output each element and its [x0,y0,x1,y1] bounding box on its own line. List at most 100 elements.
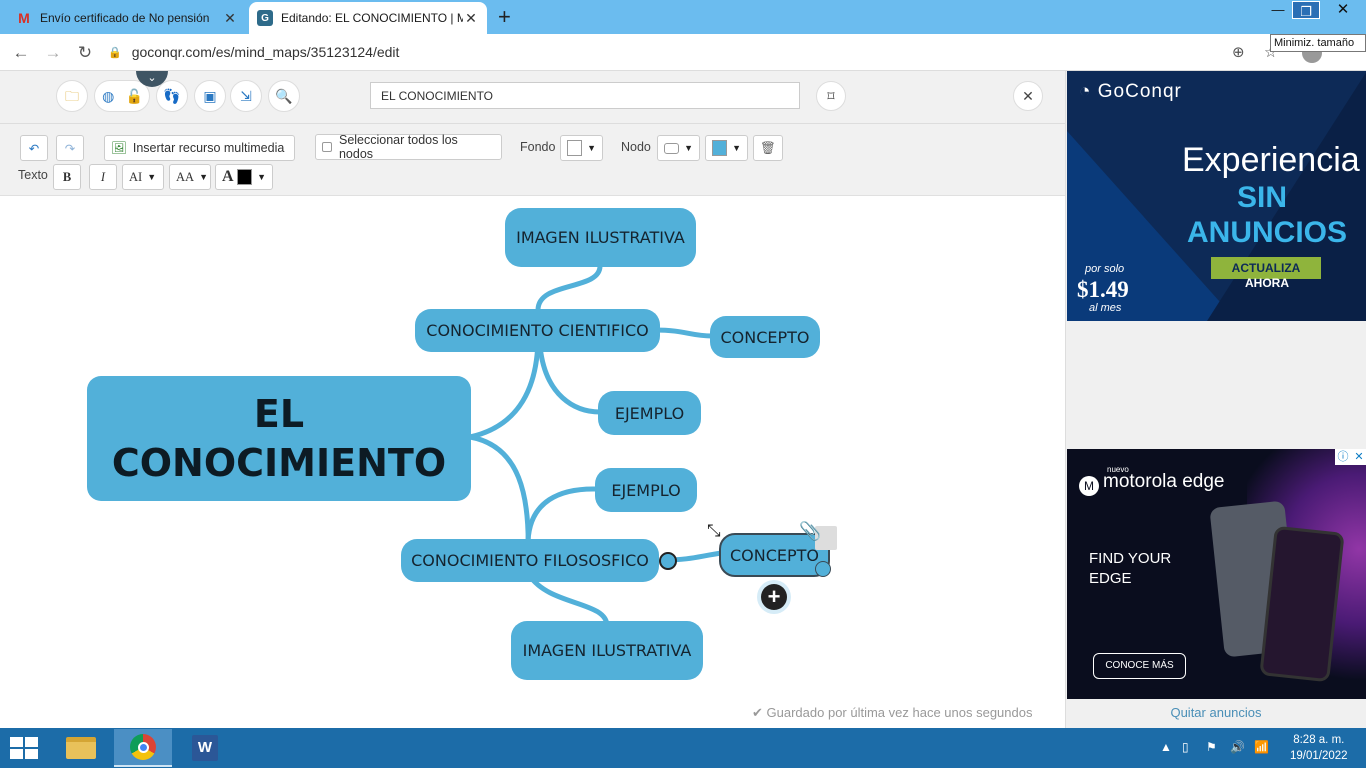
ad-price-prefix: por solo [1085,263,1125,275]
font-case-label: AA [176,169,195,184]
zoom-icon[interactable]: ⊕ [1232,43,1245,61]
chrome-icon[interactable] [114,729,172,767]
toolbar-group-steps: 👣 [156,80,188,112]
lock-open-icon[interactable]: 🔓 [126,87,143,105]
export-icon[interactable]: ⇲ [237,87,255,105]
address-bar: ← → ↻ 🔒 goconqr.com/es/mind_maps/3512312… [0,34,1366,71]
paperclip-icon[interactable]: 📎 [799,521,821,542]
tag-icon[interactable]: ⌑ [816,81,846,111]
close-icon[interactable]: ✕ [222,10,238,27]
search-icon[interactable]: 🔍 [275,87,293,105]
clock-date: 19/01/2022 [1290,750,1348,762]
text-label: Texto [18,168,48,182]
motorola-logo: Mmotorola edge [1079,471,1224,496]
slides-icon[interactable]: ▣ [201,87,219,105]
mind-map-node-filosofico[interactable]: CONOCIMIENTO FILOSOSFICO [401,539,659,582]
node-shape-picker[interactable]: ▼ [657,135,700,161]
italic-button[interactable]: I [89,164,117,190]
font-size-label: AI [129,169,143,184]
url-field[interactable]: 🔒 goconqr.com/es/mind_maps/35123124/edit [108,38,1258,66]
mind-map-node-cientifico[interactable]: CONOCIMIENTO CIENTIFICO [415,309,660,352]
mind-map-canvas[interactable]: EL CONOCIMIENTO CONOCIMIENTO CIENTIFICO … [0,196,1065,728]
mind-map-node-ejemplo-top[interactable]: EJEMPLO [598,391,701,435]
file-explorer-icon[interactable] [52,729,110,767]
background-color-picker[interactable]: ▼ [560,135,603,161]
folder-icon[interactable]: 🗀 [63,87,81,105]
mind-map-root-node[interactable]: EL CONOCIMIENTO [87,376,471,501]
insert-media-button[interactable]: 🖼 Insertar recurso multimedia [104,135,295,161]
minimize-icon[interactable]: — [1264,0,1292,20]
remove-ads-link[interactable]: Quitar anuncios [1066,705,1366,720]
toolbar-group-zoom: 🔍 [268,80,300,112]
flag-icon[interactable]: ⚑ [1206,740,1217,754]
windows-start-icon[interactable] [10,737,38,759]
restore-icon[interactable]: ❐ [1292,1,1320,19]
browser-tab-bar: M Envío certificado de No pensión ✕ G Ed… [0,0,1366,34]
toolbar-group-export: ⇲ [230,80,262,112]
forward-icon[interactable]: → [42,42,64,64]
resize-handle[interactable] [815,561,831,577]
node-label: Nodo [621,140,651,154]
node-shape-icon [664,142,680,154]
connector-cientifico-img [535,263,603,313]
network-icon[interactable]: 📶 [1254,740,1269,754]
trash-icon[interactable]: 🗑 [753,135,783,161]
font-color-swatch [236,169,253,185]
select-all-nodes-button[interactable]: Seleccionar todos los nodos [315,133,502,161]
check-icon: ✔ [752,705,763,720]
bold-button[interactable]: B [53,164,81,190]
tab-gmail[interactable]: M Envío certificado de No pensión ✕ [8,2,246,34]
ad-headline-line-2: EDGE [1089,570,1132,587]
node-color-picker[interactable]: ▼ [705,135,748,161]
tab-title: Envío certificado de No pensión [40,11,210,25]
mind-map-node-concepto-top[interactable]: CONCEPTO [710,316,820,358]
tab-title: Editando: EL CONOCIMIENTO | M [281,11,463,25]
mind-map-node-ejemplo-bottom[interactable]: EJEMPLO [595,468,697,512]
mind-map-node-image-top[interactable]: IMAGEN ILUSTRATIVA [505,208,696,267]
connector-cientifico-concepto [652,327,715,339]
volume-icon[interactable]: 🔊 [1230,740,1245,754]
reload-icon[interactable]: ↻ [74,42,96,64]
font-case-dropdown[interactable]: AA ▼ [169,164,211,190]
add-node-button[interactable]: + [757,580,791,614]
close-icon[interactable]: ✕ [463,10,479,27]
select-all-label: Seleccionar todos los nodos [338,133,458,161]
ad-motorola[interactable]: nuevo Mmotorola edge FIND YOUR EDGE CONO… [1067,449,1366,699]
windows-taskbar: W ▲ ▯ ⚑ 🔊 📶 8:28 a. m. 19/01/2022 [0,728,1366,768]
back-icon[interactable]: ← [10,42,32,64]
goconqr-logo: ◔ GoConqr [1079,81,1182,102]
select-all-checkbox[interactable] [322,142,332,152]
lock-icon: 🔒 [108,46,122,59]
tray-chevron-icon[interactable]: ▲ [1160,740,1172,754]
toolbar-group-slides: ▣ [194,80,226,112]
taskbar-clock[interactable]: 8:28 a. m. 19/01/2022 [1290,732,1348,764]
save-status-text: Guardado por última vez hace unos segund… [766,705,1033,720]
close-editor-button[interactable]: ✕ [1013,81,1043,111]
connector-filosofico-img [527,573,610,629]
battery-icon[interactable]: ▯ [1182,740,1189,754]
tab-goconqr[interactable]: G Editando: EL CONOCIMIENTO | M ✕ [249,2,487,34]
word-icon[interactable]: W [176,729,234,767]
footprint-icon[interactable]: 👣 [163,87,181,105]
connector-handle[interactable] [659,552,677,570]
resize-arrows-icon[interactable]: ⤡ [707,521,721,541]
font-color-letter: A [222,168,234,185]
plus-icon: + [761,584,787,610]
font-color-picker[interactable]: A ▼ [215,164,273,190]
redo-button[interactable]: ↷ [56,135,84,161]
ad-headline-1: Experiencia [1182,141,1360,179]
ad-learn-more-button[interactable]: CONOCE MÁS [1093,653,1186,679]
ad-info-icon[interactable]: ⓘ [1335,449,1351,465]
window-close-icon[interactable]: ✕ [1320,0,1366,20]
ad-close-icon[interactable]: ✕ [1351,449,1366,465]
tooltip: Minimiz. tamaño [1270,34,1366,52]
mind-map-node-image-bottom[interactable]: IMAGEN ILUSTRATIVA [511,621,703,680]
map-title-input[interactable] [370,82,800,109]
ad-goconqr[interactable]: ◔ GoConqr Experiencia SIN ANUNCIOS ACTUA… [1067,71,1366,321]
toolbar-group-share: ◍ 🔓 [94,80,150,112]
font-size-dropdown[interactable]: AI ▼ [122,164,164,190]
undo-button[interactable]: ↶ [20,135,48,161]
url-text: goconqr.com/es/mind_maps/35123124/edit [131,44,400,60]
new-tab-button[interactable]: + [498,6,511,28]
globe-icon[interactable]: ◍ [101,87,116,105]
